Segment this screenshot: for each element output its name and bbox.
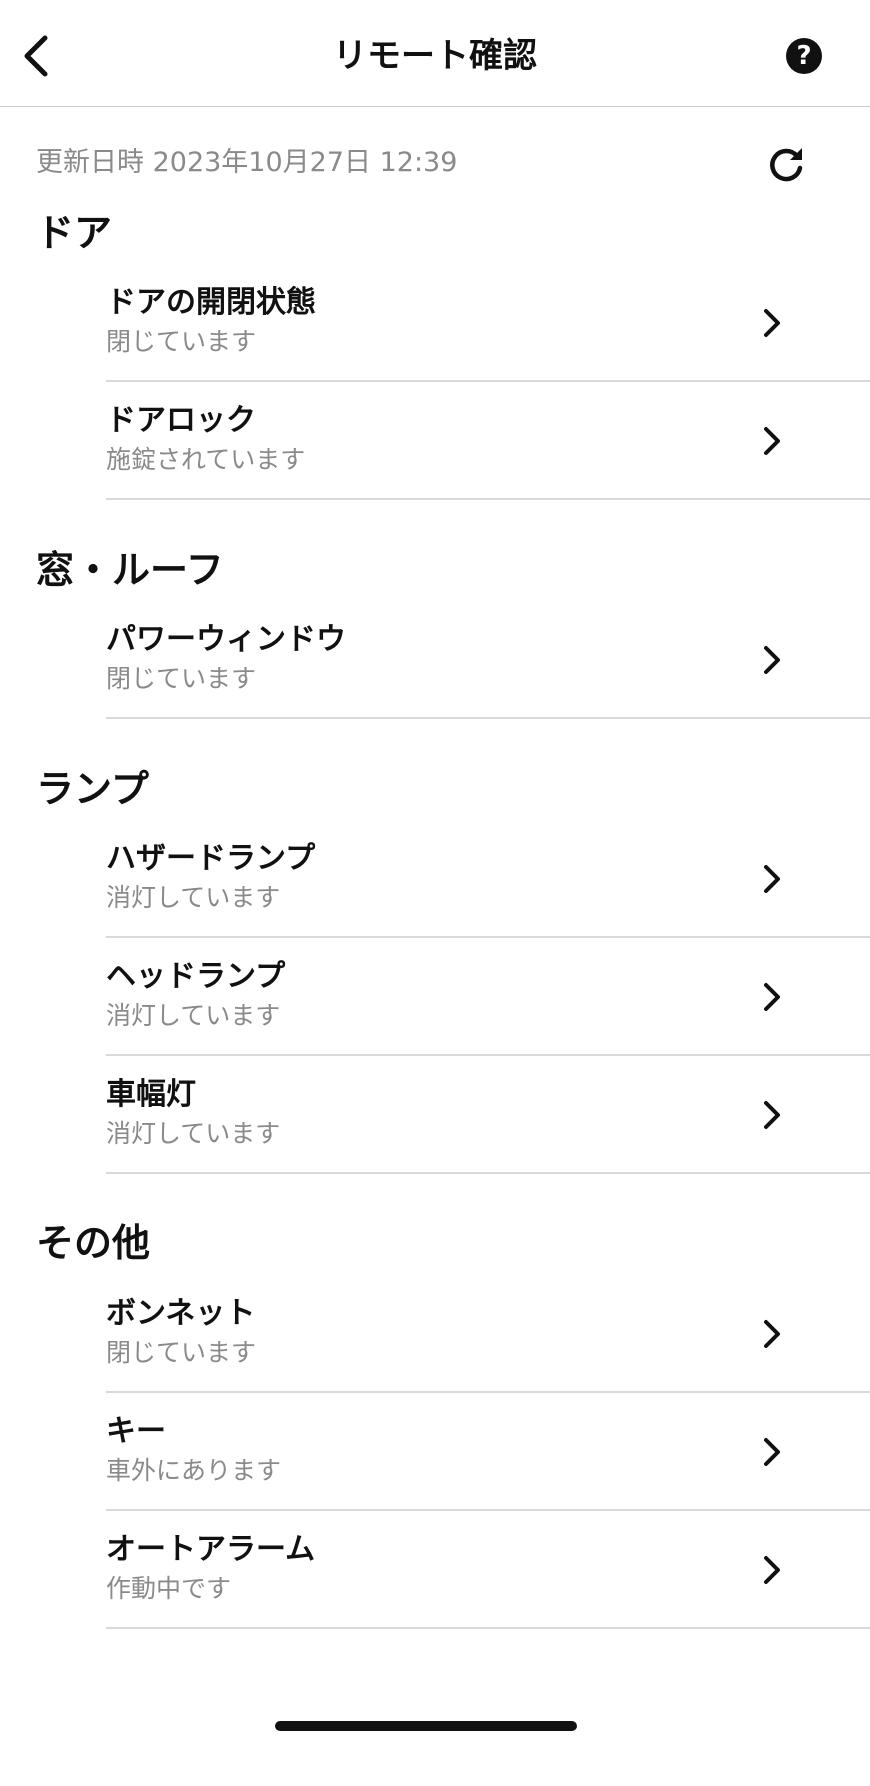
chevron-right-icon bbox=[764, 1556, 780, 1584]
updated-timestamp: 更新日時 2023年10月27日 12:39 bbox=[36, 147, 458, 178]
list-item-hazard-lamp[interactable]: ハザードランプ 消灯しています bbox=[106, 820, 870, 938]
item-label: オートアラーム bbox=[106, 1532, 316, 1567]
section-title-window-roof: 窓・ルーフ bbox=[36, 548, 224, 592]
chevron-right-icon bbox=[764, 427, 780, 455]
help-button[interactable]: ? bbox=[786, 38, 822, 74]
item-label: ヘッドランプ bbox=[106, 959, 286, 994]
item-label: パワーウィンドウ bbox=[106, 622, 346, 657]
chevron-right-icon bbox=[764, 983, 780, 1011]
item-label: ボンネット bbox=[106, 1296, 256, 1331]
chevron-right-icon bbox=[764, 1320, 780, 1348]
list-item-bonnet[interactable]: ボンネット 閉じています bbox=[106, 1275, 870, 1393]
chevron-right-icon bbox=[764, 309, 780, 337]
list-item-head-lamp[interactable]: ヘッドランプ 消灯しています bbox=[106, 938, 870, 1056]
section-title-other: その他 bbox=[36, 1221, 151, 1265]
chevron-right-icon bbox=[764, 1101, 780, 1129]
item-status: 施錠されています bbox=[106, 445, 306, 474]
item-status: 消灯しています bbox=[106, 1001, 281, 1030]
chevron-right-icon bbox=[764, 646, 780, 674]
item-label: ドアの開閉状態 bbox=[106, 285, 316, 320]
item-status: 閉じています bbox=[106, 1338, 257, 1367]
list-item-clearance-lamp[interactable]: 車幅灯 消灯しています bbox=[106, 1056, 870, 1174]
list-item-door-open-state[interactable]: ドアの開閉状態 閉じています bbox=[106, 264, 870, 382]
list-item-auto-alarm[interactable]: オートアラーム 作動中です bbox=[106, 1511, 870, 1629]
item-status: 消灯しています bbox=[106, 883, 281, 912]
refresh-icon bbox=[770, 148, 803, 182]
list-item-power-window[interactable]: パワーウィンドウ 閉じています bbox=[106, 601, 870, 719]
item-label: 車幅灯 bbox=[106, 1077, 196, 1112]
refresh-button[interactable] bbox=[762, 140, 810, 188]
item-status: 作動中です bbox=[106, 1574, 232, 1603]
home-indicator[interactable] bbox=[275, 1721, 577, 1731]
list-item-door-lock[interactable]: ドアロック 施錠されています bbox=[106, 382, 870, 500]
section-title-door: ドア bbox=[36, 211, 113, 255]
item-status: 車外にあります bbox=[106, 1456, 282, 1485]
question-circle-icon: ? bbox=[796, 41, 812, 71]
item-status: 閉じています bbox=[106, 664, 257, 693]
chevron-right-icon bbox=[764, 1438, 780, 1466]
item-label: ハザードランプ bbox=[106, 841, 316, 876]
item-status: 閉じています bbox=[106, 327, 257, 356]
item-status: 消灯しています bbox=[106, 1119, 281, 1148]
chevron-right-icon bbox=[764, 865, 780, 893]
page-title: リモート確認 bbox=[333, 36, 537, 76]
section-title-lamp: ランプ bbox=[36, 767, 149, 811]
item-label: ドアロック bbox=[106, 403, 256, 438]
updated-row: 更新日時 2023年10月27日 12:39 bbox=[36, 140, 816, 184]
list-item-key[interactable]: キー 車外にあります bbox=[106, 1393, 870, 1511]
item-label: キー bbox=[106, 1414, 166, 1449]
header-bar: リモート確認 ? bbox=[0, 0, 870, 107]
